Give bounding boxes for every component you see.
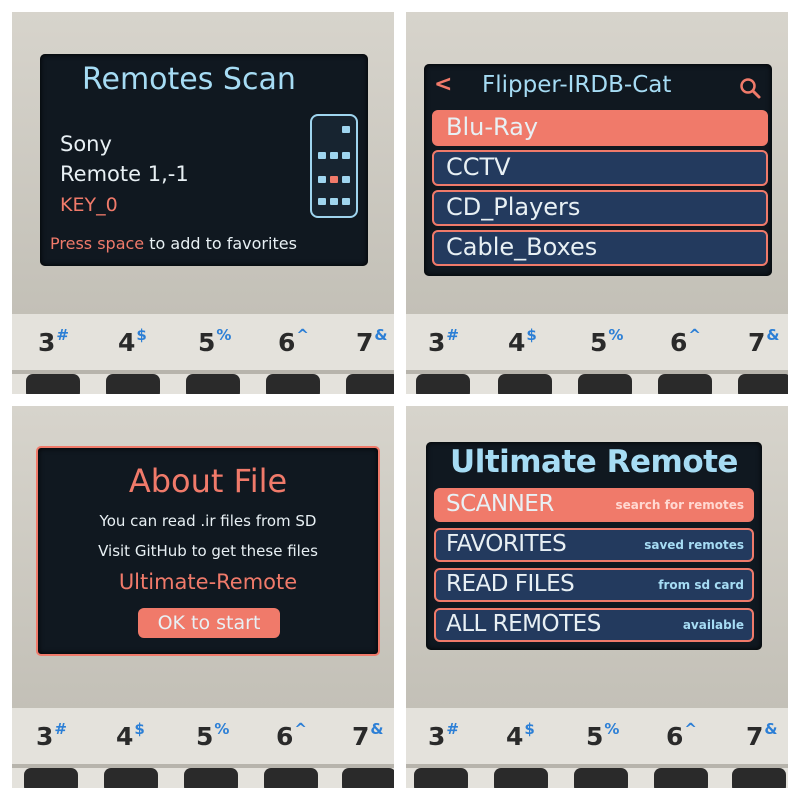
- menu-item-label: SCANNER: [446, 491, 554, 517]
- keyboard-strip: 3# 4$ 5% 6^ 7&: [12, 708, 394, 788]
- key-label-4: 4$: [118, 326, 147, 357]
- list-item[interactable]: CD_Players: [432, 190, 768, 226]
- key-label-7: 7&: [748, 326, 780, 357]
- key-label-3: 3#: [428, 326, 459, 357]
- key-label-4: 4$: [506, 720, 535, 751]
- key-6[interactable]: [266, 374, 320, 394]
- key-label-6: 6^: [278, 326, 309, 357]
- key-label-6: 6^: [670, 326, 701, 357]
- list-item[interactable]: Blu-Ray: [432, 110, 768, 146]
- key-label-5: 5%: [590, 326, 624, 357]
- key-label-4: 4$: [508, 326, 537, 357]
- keyboard-strip: 3# 4$ 5% 6^ 7&: [406, 708, 788, 788]
- back-arrow-icon[interactable]: <: [434, 72, 452, 97]
- scan-hint-text: to add to favorites: [149, 234, 297, 253]
- key-7[interactable]: [738, 374, 788, 394]
- key-label-7: 7&: [356, 326, 388, 357]
- key-label-7: 7&: [352, 720, 384, 751]
- remote-button-dot: [342, 126, 350, 133]
- menu-item-label: READ FILES: [446, 571, 575, 597]
- key-label-3: 3#: [36, 720, 67, 751]
- list-item-label: Blu-Ray: [446, 113, 539, 141]
- key-5[interactable]: [184, 768, 238, 788]
- remote-button-dot: [330, 152, 338, 159]
- key-7[interactable]: [346, 374, 394, 394]
- key-5[interactable]: [578, 374, 632, 394]
- menu-item-label: FAVORITES: [446, 531, 567, 557]
- menu-item-label: ALL REMOTES: [446, 611, 601, 637]
- about-app-name: Ultimate-Remote: [118, 570, 298, 594]
- menu-title: Ultimate Remote: [450, 444, 738, 480]
- screen-remotes-scan: Remotes Scan Sony Remote 1,-1 KEY_0 Pres…: [40, 54, 368, 266]
- scan-title: Remotes Scan: [82, 62, 296, 97]
- remote-icon: [310, 114, 358, 218]
- key-label-6: 6^: [666, 720, 697, 751]
- about-title: About File: [128, 462, 288, 500]
- list-title: Flipper-IRDB-Cat: [482, 72, 672, 98]
- key-4[interactable]: [498, 374, 552, 394]
- key-4[interactable]: [104, 768, 158, 788]
- key-6[interactable]: [264, 768, 318, 788]
- scan-remote-name: Remote 1,-1: [60, 162, 189, 186]
- remote-button-dot: [330, 198, 338, 205]
- key-label-4: 4$: [116, 720, 145, 751]
- list-item-label: CCTV: [446, 153, 511, 181]
- screen-about-file: About File You can read .ir files from S…: [36, 446, 380, 656]
- remote-button-dot: [318, 176, 326, 183]
- remote-button-dot: [318, 152, 326, 159]
- key-5[interactable]: [574, 768, 628, 788]
- key-7[interactable]: [342, 768, 394, 788]
- panel-irdb-list: < Flipper-IRDB-Cat Blu-Ray CCTV CD_Playe…: [406, 12, 788, 394]
- ok-to-start-button[interactable]: OK to start: [138, 608, 280, 638]
- panel-about-file: About File You can read .ir files from S…: [12, 406, 394, 788]
- keyboard-strip: 3# 4$ 5% 6^ 7&: [12, 314, 394, 394]
- panel-ultimate-remote-menu: Ultimate Remote SCANNER search for remot…: [406, 406, 788, 788]
- key-label-7: 7&: [746, 720, 778, 751]
- key-label-5: 5%: [198, 326, 232, 357]
- menu-item-subtitle: saved remotes: [644, 538, 744, 552]
- screen-irdb-list: < Flipper-IRDB-Cat Blu-Ray CCTV CD_Playe…: [424, 64, 772, 276]
- remote-button-dot: [318, 198, 326, 205]
- key-4[interactable]: [494, 768, 548, 788]
- list-item[interactable]: Cable_Boxes: [432, 230, 768, 266]
- menu-item-subtitle: from sd card: [658, 578, 744, 592]
- search-icon[interactable]: [738, 76, 762, 100]
- key-5[interactable]: [186, 374, 240, 394]
- menu-item-scanner[interactable]: SCANNER search for remotes: [434, 488, 754, 522]
- remote-button-dot: [342, 152, 350, 159]
- screen-main-menu: Ultimate Remote SCANNER search for remot…: [426, 442, 762, 650]
- key-6[interactable]: [654, 768, 708, 788]
- menu-item-all-remotes[interactable]: ALL REMOTES available: [434, 608, 754, 642]
- key-3[interactable]: [416, 374, 470, 394]
- scan-key-name: KEY_0: [60, 194, 118, 216]
- key-label-5: 5%: [196, 720, 230, 751]
- list-item-label: CD_Players: [446, 193, 581, 221]
- scan-brand: Sony: [60, 132, 112, 156]
- scan-hint: Press space to add to favorites: [50, 234, 297, 253]
- menu-item-subtitle: available: [682, 618, 744, 632]
- key-label-5: 5%: [586, 720, 620, 751]
- key-3[interactable]: [24, 768, 78, 788]
- about-line-2: Visit GitHub to get these files: [98, 542, 318, 560]
- list-item-label: Cable_Boxes: [446, 233, 598, 261]
- key-label-6: 6^: [276, 720, 307, 751]
- panel-remotes-scan: Remotes Scan Sony Remote 1,-1 KEY_0 Pres…: [12, 12, 394, 394]
- about-line-1: You can read .ir files from SD: [99, 512, 317, 530]
- list-item[interactable]: CCTV: [432, 150, 768, 186]
- keyboard-strip: 3# 4$ 5% 6^ 7&: [406, 314, 788, 394]
- key-7[interactable]: [732, 768, 786, 788]
- key-6[interactable]: [658, 374, 712, 394]
- remote-button-dot: [342, 176, 350, 183]
- key-4[interactable]: [106, 374, 160, 394]
- key-3[interactable]: [414, 768, 468, 788]
- scan-hint-key: Press space: [50, 234, 145, 253]
- remote-active-button-dot: [330, 176, 338, 183]
- key-label-3: 3#: [38, 326, 69, 357]
- key-3[interactable]: [26, 374, 80, 394]
- menu-item-read-files[interactable]: READ FILES from sd card: [434, 568, 754, 602]
- menu-item-favorites[interactable]: FAVORITES saved remotes: [434, 528, 754, 562]
- key-label-3: 3#: [428, 720, 459, 751]
- menu-item-subtitle: search for remotes: [615, 498, 744, 512]
- remote-button-dot: [342, 198, 350, 205]
